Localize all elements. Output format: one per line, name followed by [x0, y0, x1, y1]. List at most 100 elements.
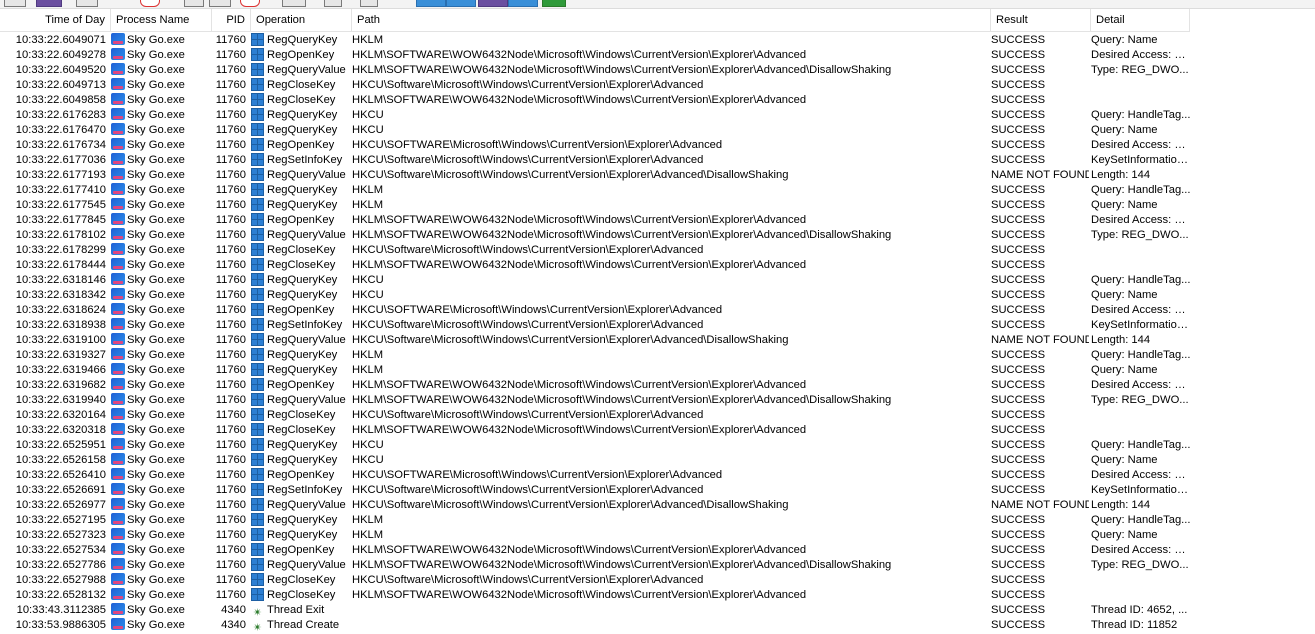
table-row[interactable]: 10:33:22.6049520 Sky Go.exe 11760 RegQueryV…: [0, 63, 1315, 78]
cell-path: HKLM: [352, 198, 988, 213]
cell-process-text: Sky Go.exe: [127, 34, 185, 46]
cell-process: Sky Go.exe: [111, 303, 211, 318]
cell-time: 10:33:22.6527988: [0, 573, 106, 588]
cell-path: HKCU\SOFTWARE\Microsoft\Windows\CurrentV…: [352, 303, 988, 318]
cell-result-text: SUCCESS: [991, 64, 1046, 76]
column-header-time[interactable]: Time of Day: [0, 9, 111, 31]
table-row[interactable]: 10:33:22.6526977 Sky Go.exe 11760 RegQueryV…: [0, 498, 1315, 513]
table-row[interactable]: 10:33:22.6177845 Sky Go.exe 11760 RegOpenKe…: [0, 213, 1315, 228]
column-header-operation[interactable]: Operation: [251, 9, 352, 31]
table-row[interactable]: 10:33:22.6318938 Sky Go.exe 11760 RegSetInf…: [0, 318, 1315, 333]
cell-detail: Query: Name: [1091, 453, 1191, 468]
cell-detail: [1091, 408, 1191, 423]
menu-icon[interactable]: [4, 0, 26, 7]
table-row[interactable]: 10:33:22.6320164 Sky Go.exe 11760 RegCloseK…: [0, 408, 1315, 423]
table-row[interactable]: 10:33:22.6527195 Sky Go.exe 11760 RegQueryK…: [0, 513, 1315, 528]
cell-process: Sky Go.exe: [111, 588, 211, 603]
table-row[interactable]: 10:33:22.6319100 Sky Go.exe 11760 RegQueryV…: [0, 333, 1315, 348]
capture-icon[interactable]: [36, 0, 62, 7]
table-row[interactable]: 10:33:22.6528132 Sky Go.exe 11760 RegCloseK…: [0, 588, 1315, 603]
registry-icon: [251, 258, 264, 271]
cell-process: Sky Go.exe: [111, 573, 211, 588]
network-activity-icon[interactable]: [478, 0, 508, 7]
profiling-events-icon[interactable]: [542, 0, 566, 7]
toolbar: [0, 0, 1315, 9]
cell-process: Sky Go.exe: [111, 333, 211, 348]
find-icon[interactable]: [324, 0, 342, 7]
cell-time: 10:33:22.6176470: [0, 123, 106, 138]
table-row[interactable]: 10:33:22.6049071 Sky Go.exe 11760 RegQueryK…: [0, 33, 1315, 48]
cell-process-text: Sky Go.exe: [127, 514, 185, 526]
table-row[interactable]: 10:33:22.6526158 Sky Go.exe 11760 RegQueryK…: [0, 453, 1315, 468]
table-row[interactable]: 10:33:22.6177410 Sky Go.exe 11760 RegQueryK…: [0, 183, 1315, 198]
filter-icon[interactable]: [184, 0, 204, 7]
registry-icon: [251, 78, 264, 91]
cell-time-text: 10:33:22.6526977: [15, 499, 106, 511]
cell-pid: 11760: [212, 423, 246, 438]
table-row[interactable]: 10:33:22.6320318 Sky Go.exe 11760 RegCloseK…: [0, 423, 1315, 438]
autoscroll-icon[interactable]: [76, 0, 98, 7]
column-header-process[interactable]: Process Name: [111, 9, 212, 31]
cell-process-text: Sky Go.exe: [127, 139, 185, 151]
registry-icon: [251, 543, 264, 556]
table-row[interactable]: 10:33:22.6318342 Sky Go.exe 11760 RegQueryK…: [0, 288, 1315, 303]
column-header-result[interactable]: Result: [991, 9, 1091, 31]
cell-path: HKCU\Software\Microsoft\Windows\CurrentV…: [352, 153, 988, 168]
table-row[interactable]: 10:33:22.6177036 Sky Go.exe 11760 RegSetInf…: [0, 153, 1315, 168]
sky-go-icon: [111, 318, 125, 330]
table-row[interactable]: 10:33:22.6318624 Sky Go.exe 11760 RegOpenKe…: [0, 303, 1315, 318]
jump-icon[interactable]: [360, 0, 378, 7]
table-row[interactable]: 10:33:22.6319682 Sky Go.exe 11760 RegOpenKe…: [0, 378, 1315, 393]
table-row[interactable]: 10:33:22.6176283 Sky Go.exe 11760 RegQueryK…: [0, 108, 1315, 123]
table-row[interactable]: 10:33:22.6176470 Sky Go.exe 11760 RegQueryK…: [0, 123, 1315, 138]
cell-pid: 11760: [212, 243, 246, 258]
cell-path: HKLM\SOFTWARE\WOW6432Node\Microsoft\Wind…: [352, 378, 988, 393]
table-row[interactable]: 10:33:22.6176734 Sky Go.exe 11760 RegOpenKe…: [0, 138, 1315, 153]
cell-process: Sky Go.exe: [111, 123, 211, 138]
event-list[interactable]: 10:33:22.6049071 Sky Go.exe 11760 RegQueryK…: [0, 33, 1315, 633]
cell-process-text: Sky Go.exe: [127, 454, 185, 466]
table-row[interactable]: 10:33:22.6319940 Sky Go.exe 11760 RegQueryV…: [0, 393, 1315, 408]
table-row[interactable]: 10:33:22.6526410 Sky Go.exe 11760 RegOpenKe…: [0, 468, 1315, 483]
table-row[interactable]: 10:33:22.6178299 Sky Go.exe 11760 RegCloseK…: [0, 243, 1315, 258]
cell-path: HKLM\SOFTWARE\WOW6432Node\Microsoft\Wind…: [352, 393, 988, 408]
filesystem-activity-icon[interactable]: [446, 0, 476, 7]
sky-go-icon: [111, 588, 125, 600]
highlight-icon[interactable]: [209, 0, 231, 7]
table-row[interactable]: 10:33:22.6178102 Sky Go.exe 11760 RegQueryV…: [0, 228, 1315, 243]
column-header-detail[interactable]: Detail: [1091, 9, 1190, 31]
clear-icon[interactable]: [140, 0, 160, 7]
column-header-pid[interactable]: PID: [212, 9, 251, 31]
cell-detail: Query: Name: [1091, 123, 1191, 138]
table-row[interactable]: 10:33:43.3112385 Sky Go.exe 4340 ✴ Thread Ex…: [0, 603, 1315, 618]
process-tree-icon[interactable]: [282, 0, 306, 7]
table-row[interactable]: 10:33:22.6526691 Sky Go.exe 11760 RegSetInf…: [0, 483, 1315, 498]
cell-detail: Type: REG_DWO...: [1091, 393, 1191, 408]
sky-go-icon: [111, 603, 125, 615]
table-row[interactable]: 10:33:22.6177545 Sky Go.exe 11760 RegQueryK…: [0, 198, 1315, 213]
include-process-icon[interactable]: [240, 0, 260, 7]
process-activity-icon[interactable]: [508, 0, 538, 7]
table-row[interactable]: 10:33:22.6178444 Sky Go.exe 11760 RegCloseK…: [0, 258, 1315, 273]
table-row[interactable]: 10:33:22.6527323 Sky Go.exe 11760 RegQueryK…: [0, 528, 1315, 543]
table-row[interactable]: 10:33:22.6049278 Sky Go.exe 11760 RegOpenKe…: [0, 48, 1315, 63]
table-row[interactable]: 10:33:22.6049713 Sky Go.exe 11760 RegCloseK…: [0, 78, 1315, 93]
table-row[interactable]: 10:33:22.6527534 Sky Go.exe 11760 RegOpenKe…: [0, 543, 1315, 558]
cell-operation-text: RegQueryKey: [267, 274, 338, 286]
column-header-path[interactable]: Path: [352, 9, 991, 31]
table-row[interactable]: 10:33:22.6525951 Sky Go.exe 11760 RegQueryK…: [0, 438, 1315, 453]
cell-detail: [1091, 243, 1191, 258]
table-row[interactable]: 10:33:22.6527786 Sky Go.exe 11760 RegQueryV…: [0, 558, 1315, 573]
sky-go-icon: [111, 243, 125, 255]
cell-time: 10:33:22.6526977: [0, 498, 106, 513]
table-row[interactable]: 10:33:53.9886305 Sky Go.exe 4340 ✴ Thread Cr…: [0, 618, 1315, 633]
table-row[interactable]: 10:33:22.6177193 Sky Go.exe 11760 RegQueryV…: [0, 168, 1315, 183]
registry-activity-icon[interactable]: [416, 0, 446, 7]
table-row[interactable]: 10:33:22.6318146 Sky Go.exe 11760 RegQueryK…: [0, 273, 1315, 288]
table-row[interactable]: 10:33:22.6527988 Sky Go.exe 11760 RegCloseK…: [0, 573, 1315, 588]
table-row[interactable]: 10:33:22.6319466 Sky Go.exe 11760 RegQueryK…: [0, 363, 1315, 378]
cell-detail-text: Query: Name: [1091, 289, 1158, 301]
table-row[interactable]: 10:33:22.6049858 Sky Go.exe 11760 RegCloseK…: [0, 93, 1315, 108]
cell-pid: 11760: [212, 228, 246, 243]
table-row[interactable]: 10:33:22.6319327 Sky Go.exe 11760 RegQueryK…: [0, 348, 1315, 363]
